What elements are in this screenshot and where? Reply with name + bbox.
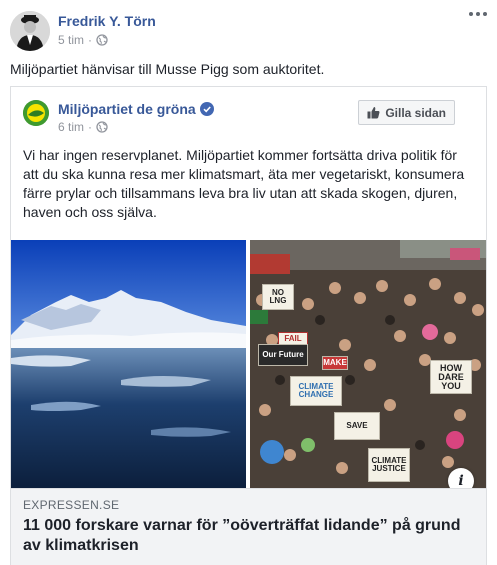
- verified-badge-icon: [199, 102, 214, 116]
- protest-sign: Our Future: [258, 344, 308, 366]
- link-domain: EXPRESSEN.SE: [23, 498, 120, 512]
- like-page-button[interactable]: Gilla sidan: [358, 100, 455, 125]
- link-preview-images[interactable]: NO LNG FAIL Our Future MAKE HOW DARE YOU…: [11, 240, 486, 494]
- shared-post-text: Vi har ingen reservplanet. Miljöpartiet …: [23, 147, 465, 220]
- protest-sign: NO LNG: [262, 284, 294, 310]
- shared-post-timestamp[interactable]: 6 tim: [58, 120, 84, 134]
- climate-protest-photo[interactable]: NO LNG FAIL Our Future MAKE HOW DARE YOU…: [250, 240, 486, 488]
- thumbs-up-icon: [367, 107, 380, 119]
- protest-sign: MAKE: [322, 356, 348, 370]
- glacier-photo[interactable]: [11, 240, 246, 488]
- like-page-label: Gilla sidan: [385, 105, 446, 120]
- globe-icon[interactable]: [96, 34, 108, 46]
- shared-post-meta: 6 tim ·: [58, 120, 108, 134]
- protest-sign: SAVE: [334, 412, 380, 440]
- shared-post: Miljöpartiet de gröna 6 tim · Gilla sida…: [10, 86, 487, 565]
- protest-sign: HOW DARE YOU: [430, 360, 472, 394]
- post-meta: 5 tim ·: [58, 33, 108, 47]
- more-options-icon[interactable]: [469, 12, 487, 16]
- author-name[interactable]: Fredrik Y. Törn: [58, 13, 156, 29]
- separator-dot: ·: [88, 33, 93, 47]
- link-preview-caption[interactable]: EXPRESSEN.SE 11 000 forskare varnar för …: [11, 488, 486, 565]
- post-timestamp[interactable]: 5 tim: [58, 33, 84, 47]
- page-name-label[interactable]: Miljöpartiet de gröna: [58, 101, 196, 117]
- protest-sign: CLIMATE CHANGE: [290, 376, 342, 406]
- author-avatar[interactable]: [10, 11, 50, 51]
- link-title[interactable]: 11 000 forskare varnar för ”oöverträffat…: [23, 516, 478, 556]
- globe-icon[interactable]: [96, 121, 108, 133]
- separator-dot: ·: [88, 120, 93, 134]
- post-text: Miljöpartiet hänvisar till Musse Pigg so…: [10, 61, 325, 77]
- facebook-post: Fredrik Y. Törn 5 tim · Miljöpartiet hän…: [0, 0, 497, 565]
- page-name[interactable]: Miljöpartiet de gröna: [58, 101, 214, 117]
- protest-sign: CLIMATE JUSTICE: [368, 448, 410, 482]
- page-logo[interactable]: [23, 100, 49, 126]
